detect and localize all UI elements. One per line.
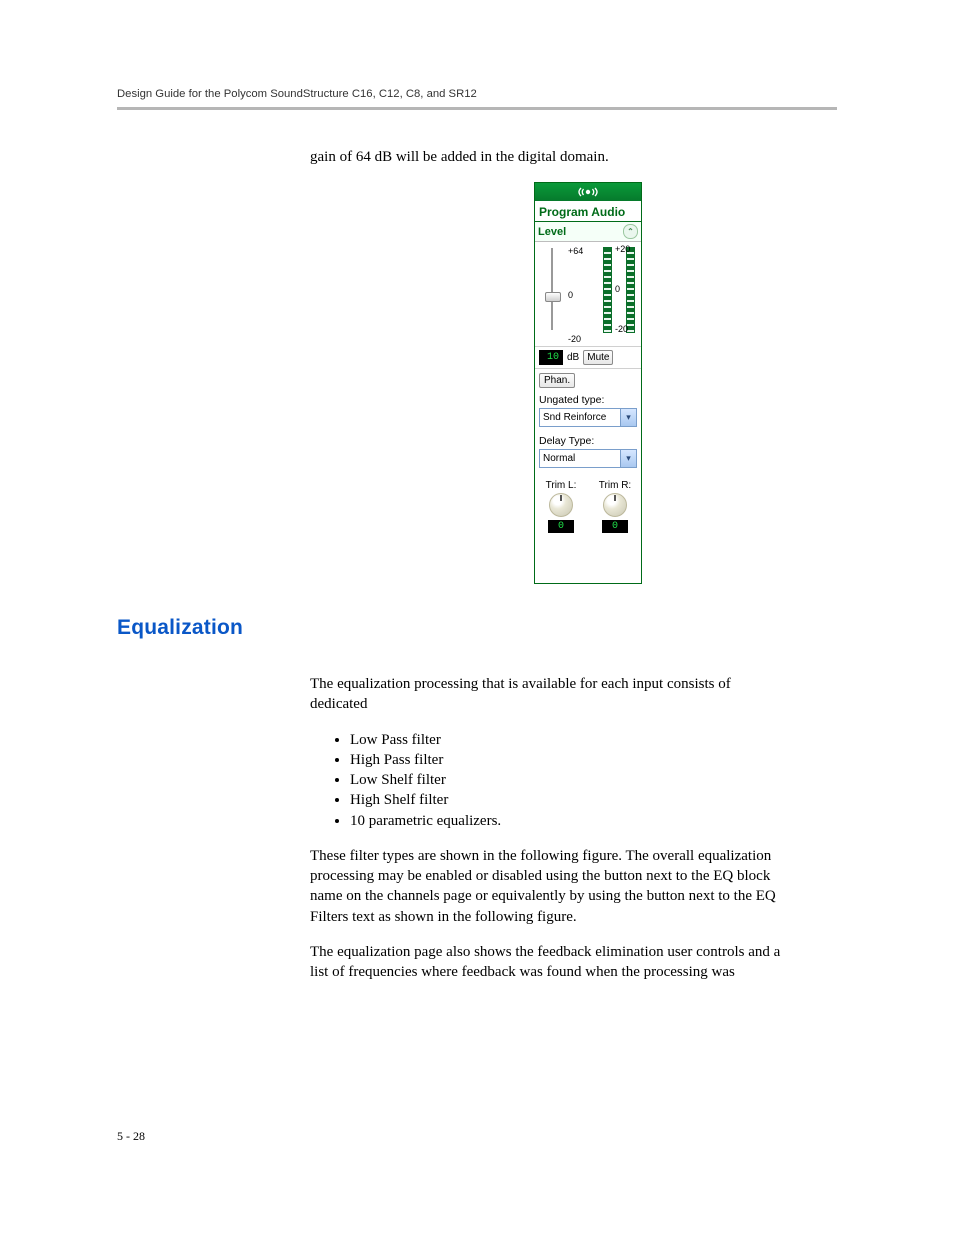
ungated-type-value: Snd Reinforce <box>540 409 620 426</box>
eq-filter-list: Low Pass filter High Pass filter Low She… <box>310 730 790 831</box>
eq-paragraph: The equalization page also shows the fee… <box>310 942 790 983</box>
gain-slider[interactable] <box>539 244 565 346</box>
trim-left: Trim L: 0 <box>539 480 583 533</box>
broadcast-icon <box>578 186 598 198</box>
mute-button[interactable]: Mute <box>583 350 613 365</box>
trim-left-value[interactable]: 0 <box>548 520 574 533</box>
section-heading-equalization: Equalization <box>117 616 243 640</box>
gain-scale: +64 0 -20 <box>568 244 596 346</box>
ungated-type-select[interactable]: Snd Reinforce ▾ <box>539 408 637 427</box>
header-rule <box>117 107 837 110</box>
list-item: Low Shelf filter <box>350 770 790 790</box>
trim-right: Trim R: 0 <box>593 480 637 533</box>
list-item: High Pass filter <box>350 750 790 770</box>
delay-type-value: Normal <box>540 450 620 467</box>
program-audio-panel: Program Audio Level ⌃ +64 0 -20 +20 0 <box>534 182 642 584</box>
eq-paragraph: These filter types are shown in the foll… <box>310 846 790 927</box>
collapse-icon[interactable]: ⌃ <box>623 224 638 239</box>
delay-type-label: Delay Type: <box>535 431 641 448</box>
list-item: Low Pass filter <box>350 730 790 750</box>
chevron-down-icon[interactable]: ▾ <box>620 409 636 426</box>
level-section-header[interactable]: Level ⌃ <box>535 222 641 242</box>
gain-slider-thumb[interactable] <box>545 292 561 302</box>
delay-type-select[interactable]: Normal ▾ <box>539 449 637 468</box>
page-number: 5 - 28 <box>117 1129 145 1144</box>
trim-right-label: Trim R: <box>593 480 637 491</box>
gain-db-input[interactable]: 10 <box>539 350 563 365</box>
db-unit-label: dB <box>567 352 579 363</box>
trim-left-label: Trim L: <box>539 480 583 491</box>
db-row: 10 dB Mute <box>535 347 641 369</box>
trim-right-value[interactable]: 0 <box>602 520 628 533</box>
ungated-type-label: Ungated type: <box>535 390 641 407</box>
list-item: 10 parametric equalizers. <box>350 811 790 831</box>
phantom-button[interactable]: Phan. <box>539 373 575 388</box>
meter-left <box>603 247 612 333</box>
list-item: High Shelf filter <box>350 790 790 810</box>
trim-right-knob[interactable] <box>603 493 627 517</box>
panel-icon-bar <box>535 183 641 201</box>
meter-scale: +20 0 -20 <box>615 244 630 334</box>
eq-intro: The equalization processing that is avai… <box>310 674 790 715</box>
panel-title: Program Audio <box>535 201 641 222</box>
chevron-down-icon[interactable]: ▾ <box>620 450 636 467</box>
level-meters: +20 0 -20 <box>599 244 637 346</box>
trim-left-knob[interactable] <box>549 493 573 517</box>
page-header: Design Guide for the Polycom SoundStruct… <box>117 88 477 100</box>
level-body: +64 0 -20 +20 0 -20 <box>535 242 641 347</box>
level-label: Level <box>538 226 566 238</box>
body-paragraph: gain of 64 dB will be added in the digit… <box>310 147 790 167</box>
trim-knobs: Trim L: 0 Trim R: 0 <box>535 472 641 537</box>
